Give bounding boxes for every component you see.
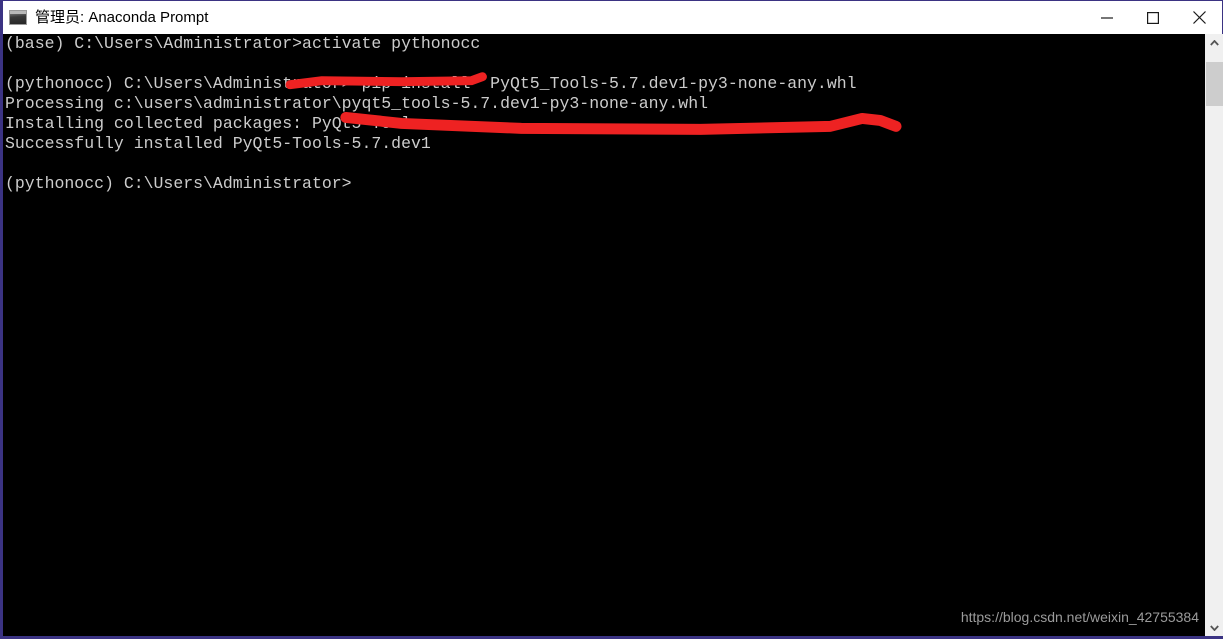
terminal-line: (pythonocc) C:\Users\Administrator> pip … (5, 74, 857, 93)
anaconda-prompt-window: 管理员: Anaconda Prompt (base) C:\Users\Adm… (0, 0, 1223, 639)
maximize-button[interactable] (1130, 1, 1176, 34)
scrollbar-thumb[interactable] (1206, 62, 1223, 106)
watermark-url: https://blog.csdn.net/weixin_42755384 (960, 609, 1199, 625)
minimize-button[interactable] (1084, 1, 1130, 34)
terminal-line: Installing collected packages: PyQt5-Too… (5, 114, 421, 133)
close-button[interactable] (1176, 1, 1222, 34)
terminal-line: Successfully installed PyQt5-Tools-5.7.d… (5, 134, 431, 153)
chevron-down-icon (1210, 624, 1219, 631)
vertical-scrollbar[interactable] (1205, 34, 1223, 636)
minimize-icon (1101, 16, 1113, 19)
terminal-output-area[interactable]: (base) C:\Users\Administrator>activate p… (3, 34, 1205, 636)
scrollbar-down-button[interactable] (1206, 619, 1223, 636)
scrollbar-up-button[interactable] (1206, 34, 1223, 51)
terminal-line: (base) C:\Users\Administrator>activate p… (5, 34, 481, 53)
terminal-text: (base) C:\Users\Administrator>activate p… (5, 34, 857, 194)
close-icon (1192, 11, 1206, 24)
console-icon (9, 9, 27, 26)
terminal-line: (pythonocc) C:\Users\Administrator> (5, 174, 352, 193)
window-title: 管理员: Anaconda Prompt (35, 9, 209, 26)
scrollbar-track[interactable] (1206, 51, 1223, 619)
terminal-line: Processing c:\users\administrator\pyqt5_… (5, 94, 709, 113)
window-controls (1084, 1, 1222, 34)
maximize-icon (1147, 11, 1159, 24)
chevron-up-icon (1210, 39, 1219, 46)
title-bar[interactable]: 管理员: Anaconda Prompt (3, 1, 1222, 34)
